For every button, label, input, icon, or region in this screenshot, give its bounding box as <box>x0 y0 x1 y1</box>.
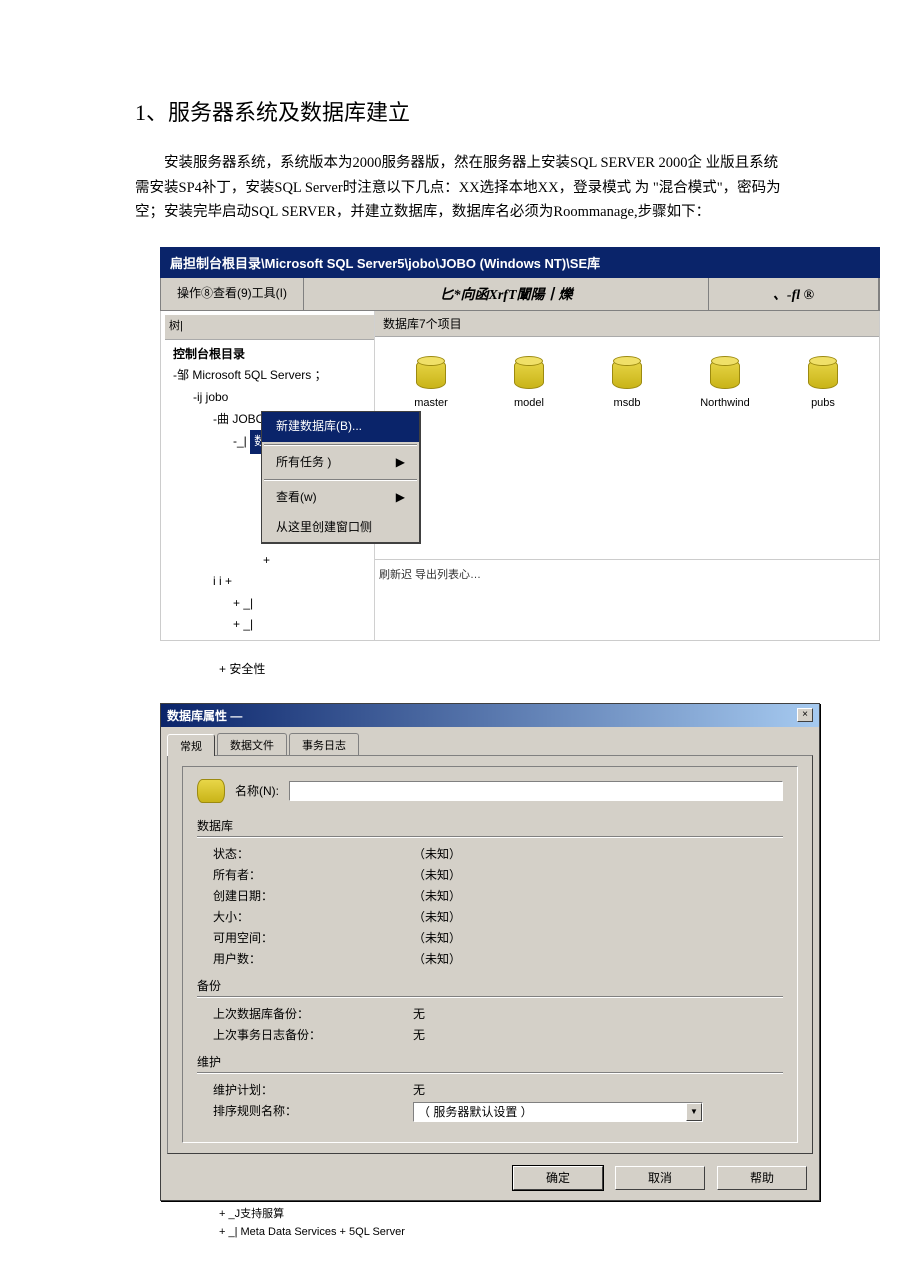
section-backup-header: 备份 <box>197 973 783 997</box>
db-item-master[interactable]: master <box>399 359 463 409</box>
database-icon <box>710 359 740 389</box>
tree-plus-row[interactable]: + <box>165 550 374 572</box>
tree-plus-row[interactable]: + _| <box>165 593 374 615</box>
cancel-button[interactable]: 取消 <box>615 1166 705 1190</box>
row-avail: 可用空间：（未知） <box>197 927 783 948</box>
doc-paragraph: 安装服务器系统，系统版本为2000服务器版，然在服务器上安装SQL SERVER… <box>135 151 785 225</box>
tab-general[interactable]: 常规 <box>167 734 215 756</box>
section-maint-header: 维护 <box>197 1049 783 1073</box>
list-pane[interactable]: 数据库7个项目 master model msdb Northwind pubs… <box>375 311 879 640</box>
row-users: 用户数：（未知） <box>197 948 783 969</box>
database-icon <box>197 779 225 803</box>
collation-value: （ 服务器默认设置 ） <box>418 1103 533 1120</box>
chevron-down-icon[interactable]: ▼ <box>686 1103 702 1121</box>
row-collate: 排序规则名称： （ 服务器默认设置 ） ▼ <box>197 1100 783 1124</box>
chevron-right-icon: ▶ <box>396 452 405 474</box>
ok-button[interactable]: 确定 <box>513 1166 603 1190</box>
enterprise-manager-window: 扁担制台根目录\Microsoft SQL Server5\jobo\JOBO … <box>160 247 880 641</box>
row-lastdb: 上次数据库备份：无 <box>197 1003 783 1024</box>
tree-prefix: -_| <box>233 434 247 448</box>
list-header: 数据库7个项目 <box>375 311 879 337</box>
dialog-tabs[interactable]: 常规 数据文件 事务日志 <box>161 727 819 755</box>
context-menu[interactable]: 新建数据库(B)... 所有任务 )▶ 查看(w)▶ 从这里创建窗口侧 <box>261 411 421 544</box>
db-name-input[interactable] <box>289 781 783 801</box>
context-new-database[interactable]: 新建数据库(B)... <box>262 412 419 442</box>
close-button[interactable]: × <box>797 708 813 722</box>
database-icon <box>514 359 544 389</box>
db-icon-row: master model msdb Northwind pubs <box>375 337 879 419</box>
menubar[interactable]: 操作⑧查看(9)工具(I) 匕*向函XrfT闡陽丨爍 、-fl ® <box>160 278 880 311</box>
tree-node-group[interactable]: -ij jobo <box>165 387 374 409</box>
section-db-header: 数据库 <box>197 813 783 837</box>
dialog-titlebar: 数据库属性 — × <box>161 704 819 727</box>
collation-select[interactable]: （ 服务器默认设置 ） ▼ <box>413 1102 703 1122</box>
list-bottom-actions[interactable]: 刷新迟 导出列表心… <box>375 559 879 584</box>
db-properties-dialog: 数据库属性 — × 常规 数据文件 事务日志 名称(N): 数据库 状态：（未知… <box>160 703 820 1201</box>
tab-translog[interactable]: 事务日志 <box>289 733 359 755</box>
db-item-northwind[interactable]: Northwind <box>693 359 757 409</box>
tab-datafiles[interactable]: 数据文件 <box>217 733 287 755</box>
db-item-msdb[interactable]: msdb <box>595 359 659 409</box>
tree-plus-row[interactable]: + _| <box>165 614 374 636</box>
database-icon <box>808 359 838 389</box>
tree-root[interactable]: 控制台根目录 <box>165 344 374 366</box>
menu-right: 、-fl ® <box>709 278 879 310</box>
stray-tree-text-1: + 安全性 <box>219 659 785 681</box>
row-status: 状态：（未知） <box>197 843 783 864</box>
row-created: 创建日期：（未知） <box>197 885 783 906</box>
db-item-model[interactable]: model <box>497 359 561 409</box>
name-label: 名称(N): <box>235 782 279 799</box>
help-button[interactable]: 帮助 <box>717 1166 807 1190</box>
stray-tree-text-2: + _J支持服算 + _| Meta Data Services + 5QL S… <box>219 1205 785 1242</box>
chevron-right-icon: ▶ <box>396 487 405 509</box>
doc-heading: 1、服务器系统及数据库建立 <box>135 95 785 127</box>
context-new-window[interactable]: 从这里创建窗口侧 <box>262 513 419 543</box>
tree-header: 树| <box>165 315 374 340</box>
row-size: 大小：（未知） <box>197 906 783 927</box>
window-titlebar: 扁担制台根目录\Microsoft SQL Server5\jobo\JOBO … <box>160 247 880 278</box>
context-all-tasks[interactable]: 所有任务 )▶ <box>262 448 419 478</box>
database-icon <box>612 359 642 389</box>
row-plan: 维护计划：无 <box>197 1079 783 1100</box>
database-icon <box>416 359 446 389</box>
tree-plus-row[interactable]: i i + <box>165 571 374 593</box>
menu-left[interactable]: 操作⑧查看(9)工具(I) <box>161 278 304 310</box>
row-owner: 所有者：（未知） <box>197 864 783 885</box>
db-item-pubs[interactable]: pubs <box>791 359 855 409</box>
row-lastlog: 上次事务日志备份：无 <box>197 1024 783 1045</box>
dialog-title: 数据库属性 — <box>167 707 797 724</box>
tree-node-servers[interactable]: -邹 Microsoft 5QL Servers ； <box>165 365 374 387</box>
tree-pane[interactable]: 树| 控制台根目录 -邹 Microsoft 5QL Servers ； -ij… <box>161 311 375 640</box>
menu-mid: 匕*向函XrfT闡陽丨爍 <box>304 278 709 310</box>
context-view[interactable]: 查看(w)▶ <box>262 483 419 513</box>
